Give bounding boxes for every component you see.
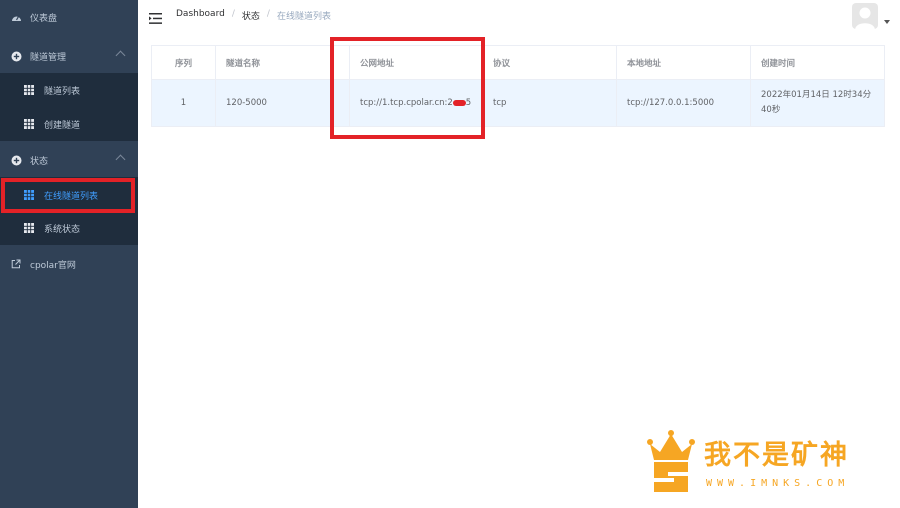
- caret-down-icon[interactable]: [884, 20, 890, 24]
- menu-create-tunnel[interactable]: 创建隧道: [0, 107, 138, 141]
- breadcrumb-current: 在线隧道列表: [276, 12, 331, 22]
- watermark: 我不是矿神 WWW.IMNKS.COM: [642, 430, 882, 496]
- cell-created: 2022年01月14日 12时34分40秒: [761, 90, 872, 115]
- breadcrumb-status: 状态: [241, 12, 260, 22]
- sidebar: 仪表盘 隧道管理 隧道列表 创建隧道 状态 在线隧道列表 系统状态 cpolar…: [0, 0, 138, 508]
- breadcrumb-dashboard[interactable]: Dashboard: [176, 9, 225, 22]
- menu-cpolar-site-label: cpolar官网: [30, 260, 76, 271]
- menu-status-label: 状态: [30, 156, 49, 167]
- cell-index: 1: [152, 80, 216, 126]
- breadcrumb: Dashboard / 状态 / 在线隧道列表: [176, 9, 331, 22]
- menu-toggle-icon[interactable]: [149, 9, 162, 24]
- plus-circle-icon: [10, 50, 22, 62]
- avatar[interactable]: [852, 3, 878, 29]
- online-tunnel-table: 序列 隧道名称 公网地址 协议 本地地址 创建时间 1 120-5000 tcp…: [151, 45, 885, 127]
- watermark-title: 我不是矿神: [704, 440, 849, 471]
- cell-protocol: tcp: [483, 80, 617, 126]
- menu-tunnel-list[interactable]: 隧道列表: [0, 73, 138, 107]
- grid-icon: [24, 85, 34, 95]
- col-header-index: 序列: [152, 46, 216, 79]
- menu-tunnel-list-label: 隧道列表: [44, 86, 81, 97]
- navbar: Dashboard / 状态 / 在线隧道列表: [138, 0, 900, 32]
- grid-icon: [24, 119, 34, 129]
- highlight-box-menu: [1, 178, 135, 213]
- cell-local-address: tcp://127.0.0.1:5000: [617, 80, 751, 126]
- plus-circle-icon: [10, 154, 22, 166]
- menu-dashboard-label: 仪表盘: [30, 13, 58, 24]
- menu-dashboard[interactable]: 仪表盘: [0, 0, 138, 34]
- grid-icon: [24, 223, 34, 233]
- dashboard-icon: [10, 11, 22, 23]
- menu-system-status[interactable]: 系统状态: [0, 211, 138, 245]
- col-header-created: 创建时间: [761, 58, 796, 69]
- menu-tunnel-management-label: 隧道管理: [30, 52, 67, 63]
- col-header-protocol: 协议: [483, 46, 617, 79]
- col-header-local-address: 本地地址: [617, 46, 751, 79]
- menu-tunnel-management[interactable]: 隧道管理: [0, 39, 138, 73]
- external-link-icon: [10, 258, 22, 270]
- menu-status[interactable]: 状态: [0, 143, 138, 177]
- highlight-box-public-address: [330, 37, 485, 139]
- menu-cpolar-site[interactable]: cpolar官网: [0, 247, 138, 281]
- chevron-up-icon: [115, 50, 126, 61]
- breadcrumb-separator: /: [231, 9, 235, 19]
- breadcrumb-separator: /: [266, 9, 270, 19]
- table-row[interactable]: 1 120-5000 tcp://1.tcp.cpolar.cn:2 5 tcp …: [152, 80, 884, 126]
- menu-system-status-label: 系统状态: [44, 224, 81, 235]
- table-header: 序列 隧道名称 公网地址 协议 本地地址 创建时间: [152, 46, 884, 80]
- chevron-up-icon: [115, 154, 126, 165]
- watermark-logo-icon: [647, 430, 695, 492]
- watermark-url: WWW.IMNKS.COM: [706, 478, 850, 489]
- menu-create-tunnel-label: 创建隧道: [44, 120, 81, 131]
